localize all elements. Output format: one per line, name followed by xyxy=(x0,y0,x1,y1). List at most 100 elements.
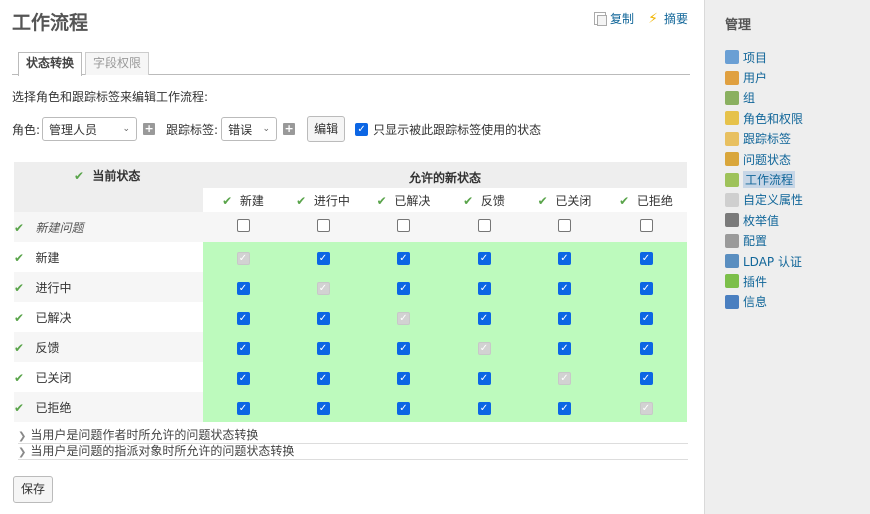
group-icon xyxy=(725,90,739,105)
sidebar-item[interactable]: 枚举值 xyxy=(725,210,870,230)
author-transitions-toggle[interactable]: ❯ 当用户是问题作者时所允许的问题状态转换 xyxy=(18,428,688,444)
transition-checkbox[interactable] xyxy=(236,219,250,232)
transition-checkbox[interactable]: ✓ xyxy=(639,251,653,265)
transition-checkbox[interactable]: ✓ xyxy=(477,311,491,325)
sidebar-item[interactable]: 工作流程 xyxy=(725,169,870,189)
transition-checkbox[interactable]: ✓ xyxy=(639,281,653,295)
sidebar-item-label[interactable]: 工作流程 xyxy=(743,171,796,189)
transition-checkbox[interactable]: ✓ xyxy=(316,371,330,385)
transition-cell: ✓ xyxy=(605,302,687,332)
transition-checkbox[interactable] xyxy=(477,219,491,232)
check-icon[interactable]: ✔ xyxy=(14,251,24,265)
transition-checkbox[interactable]: ✓ xyxy=(236,341,250,355)
transition-checkbox[interactable]: ✓ xyxy=(558,401,571,415)
assignee-transitions-toggle[interactable]: ❯ 当用户是问题的指派对象时所允许的问题状态转换 xyxy=(18,444,688,460)
transition-checkbox[interactable]: ✓ xyxy=(477,371,491,385)
transition-checkbox[interactable]: ✓ xyxy=(558,311,571,325)
transition-checkbox[interactable]: ✓ xyxy=(316,251,330,265)
transition-checkbox[interactable]: ✓ xyxy=(639,371,653,385)
sidebar-item[interactable]: 配置 xyxy=(725,231,870,251)
sidebar-item-label[interactable]: 信息 xyxy=(743,293,767,310)
transition-cell: ✓ xyxy=(363,272,444,302)
check-icon: ✔ xyxy=(376,193,387,208)
column-header: ✔ 已解决 xyxy=(363,188,444,212)
transition-checkbox[interactable]: ✓ xyxy=(236,401,250,415)
sidebar-item-label[interactable]: 自定义属性 xyxy=(743,191,803,208)
sidebar-item[interactable]: 组 xyxy=(725,88,870,108)
sidebar-item[interactable]: 问题状态 xyxy=(725,149,870,169)
tab-field-permissions[interactable]: 字段权限 xyxy=(85,52,150,75)
transition-checkbox[interactable]: ✓ xyxy=(477,281,491,295)
check-icon[interactable]: ✔ xyxy=(14,371,24,385)
add-role-icon[interactable]: + xyxy=(143,123,156,135)
check-icon[interactable]: ✔ xyxy=(14,311,24,325)
transition-checkbox: ✓ xyxy=(397,311,410,325)
sidebar-item[interactable]: 自定义属性 xyxy=(725,190,870,210)
transition-checkbox[interactable]: ✓ xyxy=(558,341,571,355)
transition-cell: ✓ xyxy=(203,392,283,422)
sidebar-item[interactable]: 用户 xyxy=(725,67,870,87)
row-status-name: ✔ 反馈 xyxy=(14,332,203,362)
summary-link[interactable]: ⚡ 摘要 xyxy=(646,10,688,27)
save-button[interactable]: 保存 xyxy=(13,476,54,503)
add-tracker-icon[interactable]: + xyxy=(283,123,296,135)
transition-checkbox[interactable]: ✓ xyxy=(236,311,250,325)
transition-checkbox[interactable]: ✓ xyxy=(639,341,653,355)
transition-checkbox[interactable]: ✓ xyxy=(316,341,330,355)
sidebar-item-label[interactable]: 用户 xyxy=(743,69,767,86)
transition-checkbox[interactable]: ✓ xyxy=(397,251,410,265)
sidebar-item-label[interactable]: 跟踪标签 xyxy=(743,130,791,147)
role-select[interactable]: 管理人员 ⌄ xyxy=(42,117,138,141)
transition-checkbox[interactable]: ✓ xyxy=(236,281,250,295)
transition-checkbox[interactable] xyxy=(558,219,571,232)
sidebar-item-label[interactable]: 配置 xyxy=(743,232,767,249)
table-row: ✔ 已解决 ✓ ✓ ✓ ✓ ✓ ✓ xyxy=(14,302,687,332)
transition-checkbox[interactable]: ✓ xyxy=(397,281,410,295)
transition-checkbox[interactable]: ✓ xyxy=(316,311,330,325)
transition-checkbox[interactable]: ✓ xyxy=(477,401,491,415)
sidebar-item-label[interactable]: 项目 xyxy=(743,49,767,66)
check-icon[interactable]: ✔ xyxy=(14,221,24,235)
transition-cell xyxy=(363,212,444,242)
transition-checkbox[interactable]: ✓ xyxy=(397,371,410,385)
edit-button[interactable]: 编辑 xyxy=(307,116,346,142)
transition-checkbox[interactable]: ✓ xyxy=(236,371,250,385)
transition-checkbox[interactable] xyxy=(397,219,410,232)
check-icon[interactable]: ✔ xyxy=(14,281,24,295)
check-icon[interactable]: ✔ xyxy=(14,341,24,355)
sidebar-item[interactable]: 信息 xyxy=(725,292,870,312)
row-status-name: ✔ 已拒绝 xyxy=(14,392,203,422)
main-content: 工作流程 复制 ⚡ 摘要 状态转换 字段权限 选择角色和跟踪标签来编辑工作流程:… xyxy=(0,0,704,514)
transition-checkbox[interactable]: ✓ xyxy=(639,311,653,325)
transition-checkbox[interactable]: ✓ xyxy=(477,251,491,265)
sidebar-item-label[interactable]: 问题状态 xyxy=(743,151,791,168)
transition-checkbox[interactable]: ✓ xyxy=(558,251,571,265)
projects-icon xyxy=(725,50,739,65)
sidebar-item[interactable]: LDAP 认证 xyxy=(725,251,870,271)
copy-link[interactable]: 复制 xyxy=(593,10,634,27)
sidebar-item-label[interactable]: 组 xyxy=(743,89,755,106)
sidebar-item-label[interactable]: 枚举值 xyxy=(743,212,779,229)
trackers-icon xyxy=(725,131,739,146)
transition-checkbox[interactable]: ✓ xyxy=(397,401,410,415)
sidebar-item-label[interactable]: LDAP 认证 xyxy=(743,253,802,270)
transition-checkbox[interactable]: ✓ xyxy=(316,401,330,415)
chevron-right-icon: ❯ xyxy=(18,447,27,458)
transition-checkbox[interactable] xyxy=(639,219,653,232)
roles-icon xyxy=(725,111,739,126)
sidebar-item[interactable]: 跟踪标签 xyxy=(725,129,870,149)
tracker-select[interactable]: 错误 ⌄ xyxy=(221,117,278,141)
sidebar-item[interactable]: 插件 xyxy=(725,271,870,291)
transition-checkbox[interactable] xyxy=(316,219,330,232)
tab-transitions[interactable]: 状态转换 xyxy=(18,52,83,76)
check-icon[interactable]: ✔ xyxy=(14,401,24,415)
only-used-checkbox[interactable]: ✓ xyxy=(355,122,369,136)
chevron-down-icon: ⌄ xyxy=(262,124,271,134)
sidebar-item[interactable]: 角色和权限 xyxy=(725,108,870,128)
sidebar-item-label[interactable]: 插件 xyxy=(743,273,767,290)
sidebar-item-label[interactable]: 角色和权限 xyxy=(743,110,803,127)
transition-checkbox[interactable]: ✓ xyxy=(558,281,571,295)
transition-cell: ✓ xyxy=(444,362,524,392)
transition-checkbox[interactable]: ✓ xyxy=(397,341,410,355)
sidebar-item[interactable]: 项目 xyxy=(725,47,870,67)
